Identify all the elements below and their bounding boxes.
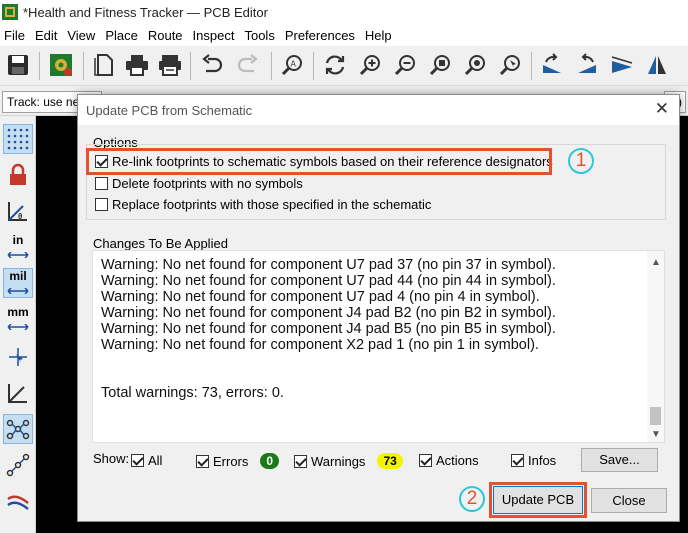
dialog-title-bar: Update PCB from Schematic <box>78 95 679 125</box>
units-inch-label: in <box>12 233 24 247</box>
menu-view[interactable]: View <box>62 28 100 43</box>
highlight-box-relink <box>86 148 552 175</box>
units-mm-label: mm <box>7 305 29 319</box>
filter-warnings[interactable]: Warnings 73 <box>294 453 403 469</box>
close-icon[interactable]: ✕ <box>655 100 669 117</box>
grid-toggle-icon[interactable] <box>3 124 33 154</box>
scroll-down-icon[interactable]: ▼ <box>651 429 661 440</box>
log-line: Warning: No net found for component J4 p… <box>101 305 556 321</box>
pcb-app-icon <box>2 4 18 20</box>
changes-group-label: Changes To Be Applied <box>93 236 228 251</box>
replace-footprints-label: Replace footprints with those specified … <box>112 197 432 212</box>
show-ratsnest-icon[interactable] <box>3 414 33 444</box>
filter-errors-checkbox[interactable] <box>196 454 209 468</box>
show-label: Show: <box>93 451 130 466</box>
filter-infos[interactable]: Infos <box>511 453 556 468</box>
title-bar: *Health and Fitness Tracker — PCB Editor <box>0 0 688 24</box>
ratsnest-angle-icon[interactable] <box>3 378 33 408</box>
menu-route[interactable]: Route <box>143 28 188 43</box>
polar-coords-icon[interactable]: θ <box>3 196 33 226</box>
units-mm-button[interactable]: mm <box>3 304 33 334</box>
zoom-selection-icon[interactable] <box>495 50 525 80</box>
svg-text:θ: θ <box>18 212 22 221</box>
filter-all-label: All <box>148 453 163 468</box>
menu-bar: File Edit View Place Route Inspect Tools… <box>0 24 688 46</box>
warnings-count-badge: 73 <box>377 453 403 469</box>
log-scrollbar[interactable]: ▲ ▼ <box>647 251 664 442</box>
lock-grid-icon[interactable] <box>3 160 33 190</box>
svg-text:A: A <box>291 60 297 69</box>
errors-count-badge: 0 <box>260 453 280 469</box>
scroll-thumb[interactable] <box>650 407 661 425</box>
filter-infos-label: Infos <box>528 453 557 468</box>
window-title: *Health and Fitness Tracker — PCB Editor <box>23 4 268 20</box>
filter-actions-label: Actions <box>436 453 479 468</box>
menu-inspect[interactable]: Inspect <box>188 28 240 43</box>
changes-log[interactable]: Warning: No net found for component U7 p… <box>92 250 665 443</box>
log-total-line: Total warnings: 73, errors: 0. <box>101 385 284 401</box>
zoom-objects-icon[interactable] <box>460 50 490 80</box>
rotate-cw-icon[interactable] <box>572 50 602 80</box>
log-line: Warning: No net found for component J4 p… <box>101 321 556 337</box>
rotate-ccw-icon[interactable] <box>537 50 567 80</box>
units-mil-button[interactable]: mil <box>3 268 33 298</box>
new-page-icon[interactable] <box>89 50 119 80</box>
save-icon[interactable] <box>3 50 33 80</box>
log-line: Warning: No net found for component U7 p… <box>101 289 540 305</box>
filter-all[interactable]: All <box>131 453 162 468</box>
find-icon[interactable]: A <box>277 50 307 80</box>
replace-footprints-option[interactable]: Replace footprints with those specified … <box>95 197 431 212</box>
menu-help[interactable]: Help <box>360 28 397 43</box>
filter-infos-checkbox[interactable] <box>511 454 524 467</box>
callout-1: 1 <box>568 148 594 174</box>
board-setup-icon[interactable] <box>46 50 76 80</box>
filter-errors-label: Errors <box>213 453 249 469</box>
filter-all-checkbox[interactable] <box>131 454 144 467</box>
log-line: Warning: No net found for component U7 p… <box>101 257 556 273</box>
refresh-icon[interactable] <box>320 50 350 80</box>
filter-warnings-checkbox[interactable] <box>294 454 307 468</box>
filter-actions-checkbox[interactable] <box>419 454 432 467</box>
units-inch-button[interactable]: in <box>3 232 33 262</box>
close-button[interactable]: Close <box>591 488 667 513</box>
mirror-icon[interactable] <box>642 50 672 80</box>
callout-2: 2 <box>459 486 485 512</box>
log-line: Warning: No net found for component X2 p… <box>101 337 539 353</box>
flip-icon[interactable] <box>607 50 637 80</box>
highlight-box-update <box>489 482 587 518</box>
delete-footprints-checkbox[interactable] <box>95 177 108 190</box>
filter-errors[interactable]: Errors 0 <box>196 453 280 469</box>
menu-file[interactable]: File <box>0 28 30 43</box>
undo-icon[interactable] <box>197 50 227 80</box>
delete-footprints-label: Delete footprints with no symbols <box>112 176 303 191</box>
filter-actions[interactable]: Actions <box>419 453 479 468</box>
delete-footprints-option[interactable]: Delete footprints with no symbols <box>95 176 303 191</box>
print-icon[interactable] <box>122 50 152 80</box>
track-display-icon[interactable] <box>3 486 33 516</box>
redo-icon[interactable] <box>233 50 263 80</box>
zoom-in-icon[interactable] <box>355 50 385 80</box>
scroll-up-icon[interactable]: ▲ <box>651 257 661 268</box>
menu-place[interactable]: Place <box>100 28 143 43</box>
save-report-button[interactable]: Save... <box>581 448 658 472</box>
curved-ratsnest-icon[interactable] <box>3 450 33 480</box>
show-label-row: Show: <box>93 451 129 466</box>
dialog-title: Update PCB from Schematic <box>86 102 253 118</box>
replace-footprints-checkbox[interactable] <box>95 198 108 211</box>
main-toolbar: A <box>0 46 688 86</box>
zoom-out-icon[interactable] <box>390 50 420 80</box>
plot-icon[interactable] <box>155 50 185 80</box>
menu-edit[interactable]: Edit <box>30 28 62 43</box>
zoom-fit-icon[interactable] <box>425 50 455 80</box>
menu-tools[interactable]: Tools <box>239 28 279 43</box>
cursor-icon[interactable] <box>3 342 33 372</box>
units-mil-label: mil <box>9 269 27 283</box>
filter-warnings-label: Warnings <box>311 453 366 469</box>
left-toolbar: θ in mil mm <box>0 116 36 533</box>
menu-preferences[interactable]: Preferences <box>280 28 360 43</box>
log-line: Warning: No net found for component U7 p… <box>101 273 556 289</box>
